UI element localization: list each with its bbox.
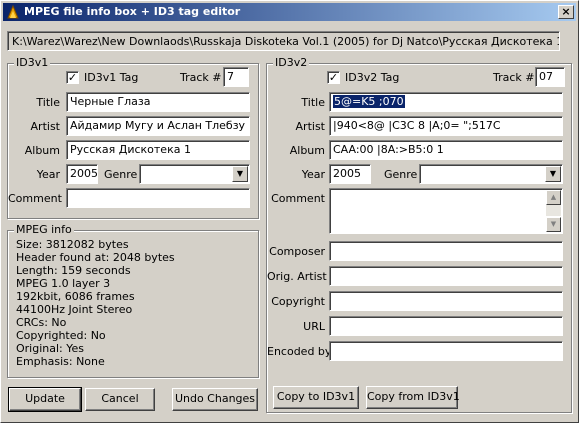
id3v1-artist-input[interactable]: Айдамир Мугу и Аслан Тлебзу [66,116,250,136]
id3v2-title-input[interactable]: 5@=K5 ;070 [329,92,563,112]
chevron-down-icon[interactable]: ▼ [545,166,561,182]
id3v2-title-label: Title [301,96,325,109]
id3v2-year-label: Year [301,168,325,181]
window-title: MPEG file info box + ID3 tag editor [24,5,241,18]
id3v2-tag-checkbox[interactable]: ✓ [327,71,340,84]
app-icon [7,4,19,19]
update-button[interactable]: Update [8,387,82,412]
id3v1-group: ID3v1 ✓ ID3v1 Tag Track # 7 Title Черные… [7,57,259,219]
id3v1-album-input[interactable]: Русская Дискотека 1 [66,140,250,160]
mpeg-info-original: Original: Yes [16,342,85,355]
id3v2-tag-label: ID3v2 Tag [345,71,400,84]
id3v2-url-label: URL [303,320,325,333]
scroll-up-icon[interactable]: ▲ [546,190,561,205]
mpeg-info-size: Size: 3812082 bytes [16,238,129,251]
id3v1-genre-select[interactable]: ▼ [139,164,250,184]
id3v1-genre-label: Genre [104,168,138,181]
id3v1-tag-checkbox[interactable]: ✓ [66,71,79,84]
mpeg-info-samplerate: 44100Hz Joint Stereo [16,303,133,316]
id3v2-year-input[interactable]: 2005 [329,164,371,184]
id3v2-title-value: 5@=K5 ;070 [333,95,405,108]
id3v2-copyright-label: Copyright [271,295,325,308]
id3v1-year-input[interactable]: 2005 [66,164,98,184]
id3v1-year-label: Year [36,168,60,181]
id3v1-comment-input[interactable] [66,188,250,208]
id3v2-album-label: Album [289,144,325,157]
id3v2-encoded-by-input[interactable] [329,341,563,361]
copy-from-id3v1-button[interactable]: Copy from ID3v1 [366,386,460,409]
mpeg-info-group: MPEG info Size: 3812082 bytes Header fou… [7,224,259,378]
id3v2-artist-input[interactable]: |940<8@ |C3C 8 |A;0= ";517C [329,116,563,136]
id3v2-comment-textarea[interactable]: ▲ ▼ [329,188,563,234]
id3v2-comment-label: Comment [271,192,325,205]
id3v1-track-input[interactable]: 7 [223,67,249,87]
id3v2-genre-label: Genre [384,168,418,181]
id3v2-track-input[interactable]: 07 [535,67,565,87]
id3v1-group-label: ID3v1 [14,56,51,69]
id3v2-url-input[interactable] [329,316,563,336]
title-bar[interactable]: MPEG file info box + ID3 tag editor × [3,3,576,21]
mpeg-info-copyrighted: Copyrighted: No [16,329,106,342]
mpeg-info-header: Header found at: 2048 bytes [16,251,175,264]
id3v1-track-label: Track # [180,71,222,84]
comment-scrollbar-track[interactable] [546,205,561,216]
id3v2-track-label: Track # [493,71,535,84]
mpeg-info-crcs: CRCs: No [16,316,67,329]
mpeg-info-group-label: MPEG info [14,223,74,236]
mpeg-info-length: Length: 159 seconds [16,264,131,277]
id3v1-album-label: Album [24,144,60,157]
id3v2-album-input[interactable]: CAA:00 |8A:>B5:0 1 [329,140,563,160]
id3v2-group: ID3v2 ✓ ID3v2 Tag Track # 07 Title 5@=K5… [266,57,572,413]
id3v2-orig-artist-label: Orig. Artist [267,270,327,283]
file-path-field[interactable]: K:\Warez\Warez\New Downlaods\Russkaja Di… [7,31,560,51]
chevron-down-icon[interactable]: ▼ [232,166,248,182]
mpeg-info-layer: MPEG 1.0 layer 3 [16,277,111,290]
info-dialog: MPEG file info box + ID3 tag editor × K:… [0,0,579,423]
id3v1-tag-label: ID3v1 Tag [84,71,139,84]
undo-changes-button[interactable]: Undo Changes [172,388,258,411]
id3v2-encoded-by-label: Encoded by [267,345,332,358]
id3v2-artist-label: Artist [295,120,325,133]
id3v2-group-label: ID3v2 [273,56,310,69]
id3v1-title-input[interactable]: Черные Глаза [66,92,250,112]
mpeg-info-emphasis: Emphasis: None [16,355,105,368]
id3v1-title-label: Title [36,96,60,109]
id3v2-orig-artist-input[interactable] [329,266,563,286]
mpeg-info-bitrate: 192kbit, 6086 frames [16,290,135,303]
id3v2-genre-select[interactable]: ▼ [419,164,563,184]
scroll-down-icon[interactable]: ▼ [546,217,561,232]
id3v2-composer-label: Composer [269,245,325,258]
id3v1-artist-label: Artist [30,120,60,133]
close-icon[interactable]: × [558,5,574,19]
id3v2-copyright-input[interactable] [329,291,563,311]
id3v1-comment-label: Comment [8,192,62,205]
id3v2-composer-input[interactable] [329,241,563,261]
copy-to-id3v1-button[interactable]: Copy to ID3v1 [273,386,359,409]
cancel-button[interactable]: Cancel [85,388,155,411]
